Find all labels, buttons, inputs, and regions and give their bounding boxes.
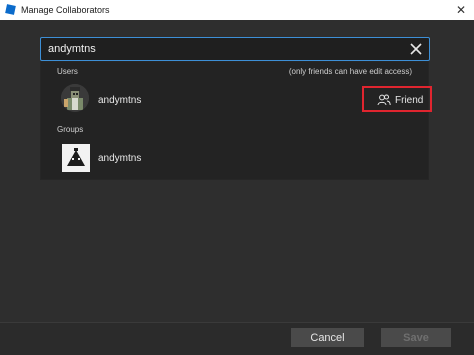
friend-button[interactable]: Friend [362,86,432,112]
group-name[interactable]: andymtns [98,153,141,164]
friend-button-label: Friend [395,94,424,106]
window-close-icon[interactable]: ✕ [456,3,466,17]
users-heading: Users [57,67,78,76]
save-button[interactable]: Save [381,328,451,347]
search-field[interactable] [40,37,430,61]
group-avatar[interactable] [62,144,90,172]
groups-heading: Groups [57,125,84,134]
app-icon [5,4,16,15]
search-input[interactable] [48,41,398,57]
edit-access-note: (only friends can have edit access) [288,67,412,76]
clear-search-icon[interactable] [408,41,424,57]
user-name: andymtns [98,95,142,106]
title-bar: Manage Collaborators ✕ [0,0,474,20]
cancel-button[interactable]: Cancel [291,328,364,347]
window-title: Manage Collaborators [21,5,110,15]
friends-icon [377,94,391,106]
user-avatar [61,84,89,112]
search-results-dropdown: Users (only friends can have edit access… [40,61,432,180]
